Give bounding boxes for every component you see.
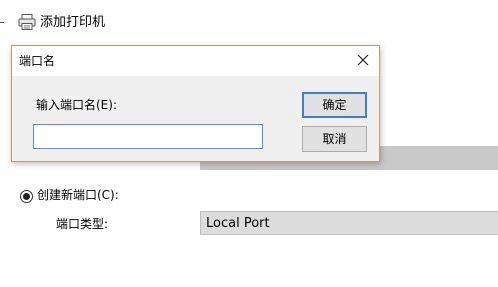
close-icon[interactable]: [355, 52, 371, 68]
printer-icon: [18, 14, 36, 30]
port-name-label: 输入端口名(E):: [36, 98, 117, 112]
port-name-input[interactable]: [33, 124, 263, 149]
ok-button[interactable]: 确定: [302, 92, 367, 118]
dialog-titlebar[interactable]: 端口名: [12, 46, 379, 76]
create-port-radio-label: 创建新端口(C):: [37, 188, 119, 202]
dialog-title: 端口名: [19, 54, 56, 68]
port-type-label: 端口类型:: [56, 217, 109, 231]
port-type-select[interactable]: Local Port: [200, 211, 498, 235]
create-port-radio[interactable]: [20, 190, 33, 203]
back-arrow-icon[interactable]: [0, 22, 4, 23]
port-type-value: Local Port: [206, 216, 270, 231]
port-name-dialog: 端口名 输入端口名(E): 确定 取消: [11, 45, 380, 162]
cancel-button[interactable]: 取消: [302, 126, 367, 152]
wizard-title: 添加打印机: [40, 15, 106, 30]
